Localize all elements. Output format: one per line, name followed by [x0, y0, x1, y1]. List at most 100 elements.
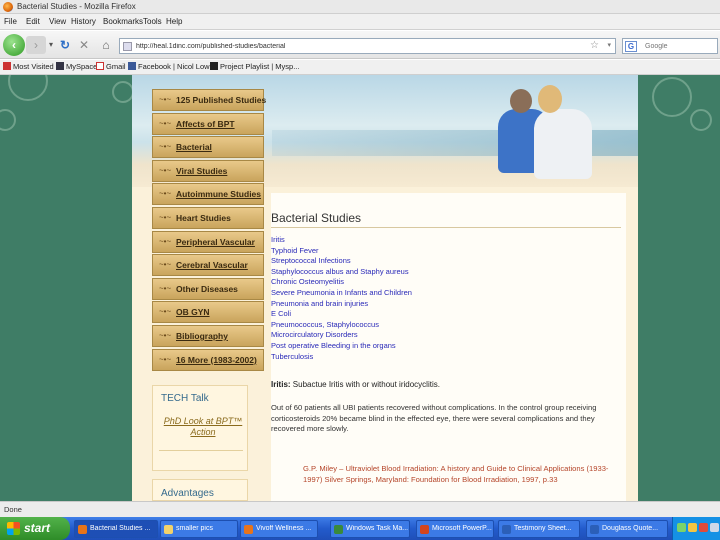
sidebar-item-label: Heart Studies — [176, 212, 231, 223]
volume-icon[interactable] — [710, 523, 719, 532]
sidebar-item-label: Bacterial — [176, 142, 212, 153]
start-button[interactable]: start — [0, 517, 70, 540]
study-links-list: Iritis Typhoid Fever Streptococcal Infec… — [271, 235, 611, 362]
sidebar-item-label: OB GYN — [176, 307, 210, 318]
task-douglass-quote[interactable]: Douglass Quote... — [586, 520, 668, 538]
study-link-pneumonia-brain[interactable]: Pneumonia and brain injuries — [271, 299, 611, 310]
most-visited-icon — [3, 62, 11, 70]
page-title: Bacterial Studies — [271, 211, 362, 225]
sidebar-item-label: Autoimmune Studies — [176, 189, 262, 200]
study-link-tuberculosis[interactable]: Tuberculosis — [271, 352, 611, 363]
task-label: smaller pics — [176, 525, 213, 532]
menu-tools[interactable]: Tools — [143, 17, 162, 26]
sidebar-item-autoimmune-studies[interactable]: ~•~ Autoimmune Studies — [152, 183, 264, 206]
decorative-swirl — [8, 75, 48, 101]
page-icon — [123, 42, 132, 51]
study-link-typhoid-fever[interactable]: Typhoid Fever — [271, 246, 611, 257]
bookmark-most-visited[interactable]: Most Visited — [3, 62, 54, 71]
task-smaller-pics[interactable]: smaller pics — [160, 520, 238, 538]
bookmark-label: Gmail — [106, 62, 126, 71]
bookmark-myspace[interactable]: MySpace — [56, 62, 97, 71]
forward-button[interactable]: › — [26, 36, 46, 54]
firefox-icon — [3, 2, 13, 12]
leaf-bullet-icon: ~•~ — [159, 95, 172, 104]
sidebar-item-bacterial[interactable]: ~•~ Bacterial — [152, 136, 264, 159]
reload-icon[interactable]: ↻ — [56, 36, 74, 54]
task-microsoft-powerpoint[interactable]: Microsoft PowerP... — [416, 520, 494, 538]
address-bar[interactable]: ☆ ▾ — [119, 38, 616, 54]
history-dropdown-icon[interactable]: ▾ — [46, 36, 56, 54]
study-link-e-coli[interactable]: E Coli — [271, 309, 611, 320]
study-link-streptococcal[interactable]: Streptococcal Infections — [271, 256, 611, 267]
sidebar-item-cerebral-vascular[interactable]: ~•~ Cerebral Vascular — [152, 254, 264, 277]
study-link-microcirculatory[interactable]: Microcirculatory Disorders — [271, 330, 611, 341]
bookmark-star-icon[interactable]: ☆ — [590, 40, 599, 51]
sidebar-item-label: Cerebral Vascular — [176, 260, 248, 271]
leaf-bullet-icon: ~•~ — [159, 212, 172, 222]
window-title: Bacterial Studies - Mozilla Firefox — [17, 2, 136, 11]
folder-icon — [164, 525, 173, 534]
main-content: Bacterial Studies Iritis Typhoid Fever S… — [271, 193, 626, 501]
menu-bar: File Edit View History Bookmarks Tools H… — [0, 14, 720, 30]
task-label: Testimony Sheet... — [514, 525, 572, 532]
firefox-icon — [244, 525, 253, 534]
task-windows-task-manager[interactable]: Windows Task Ma... — [330, 520, 410, 538]
search-input[interactable] — [645, 41, 715, 52]
sidebar-item-label: 125 Published Studies — [176, 95, 267, 105]
sidebar-item-affects-of-bpt[interactable]: ~•~ Affects of BPT — [152, 112, 264, 135]
leaf-bullet-icon: ~•~ — [159, 142, 172, 152]
sidebar-item-published-studies[interactable]: ~•~ 125 Published Studies — [152, 89, 267, 111]
url-input[interactable] — [136, 40, 576, 52]
sidebar-item-16-more[interactable]: ~•~ 16 More (1983-2002) — [152, 348, 264, 371]
bookmark-project-playlist[interactable]: Project Playlist | Mysp... — [210, 62, 299, 71]
security-icon[interactable] — [688, 523, 697, 532]
sidebar-item-viral-studies[interactable]: ~•~ Viral Studies — [152, 159, 264, 182]
task-label: Microsoft PowerP... — [432, 525, 492, 532]
study-link-osteomyelitis[interactable]: Chronic Osteomyelitis — [271, 277, 611, 288]
iritis-description: Subactue Iritis with or without iridocyc… — [290, 380, 440, 389]
study-link-severe-pneumonia[interactable]: Severe Pneumonia in Infants and Children — [271, 288, 611, 299]
menu-view[interactable]: View — [49, 17, 66, 26]
bookmark-facebook[interactable]: Facebook | Nicol Lowe — [128, 62, 214, 71]
menu-bookmarks[interactable]: Bookmarks — [103, 17, 143, 26]
bookmarks-toolbar: Most Visited MySpace Gmail Facebook | Ni… — [0, 60, 720, 75]
study-link-staphylococcus[interactable]: Staphylococcus albus and Staphy aureus — [271, 267, 611, 278]
antivirus-icon[interactable] — [699, 523, 708, 532]
task-vivoff-wellness[interactable]: Vivoff Wellness ... — [240, 520, 318, 538]
study-link-post-operative[interactable]: Post operative Bleeding in the organs — [271, 341, 611, 352]
task-testimony-sheet[interactable]: Testimony Sheet... — [498, 520, 580, 538]
menu-edit[interactable]: Edit — [26, 17, 40, 26]
task-bacterial-studies[interactable]: Bacterial Studies ... — [74, 520, 158, 538]
back-button[interactable]: ‹ — [3, 34, 25, 56]
myspace-icon — [56, 62, 64, 70]
sidebar-item-peripheral-vascular[interactable]: ~•~ Peripheral Vascular — [152, 230, 264, 253]
sidebar-item-bibliography[interactable]: ~•~ Bibliography — [152, 324, 264, 347]
tech-talk-box: TECH Talk PhD Look at BPT™ Action — [152, 385, 248, 471]
sidebar-item-label: Bibliography — [176, 330, 228, 341]
bookmark-label: Project Playlist | Mysp... — [220, 62, 300, 71]
page-viewport[interactable]: ~•~ 125 Published Studies ~•~ Affects of B… — [0, 75, 720, 501]
search-box[interactable]: G — [622, 38, 718, 54]
bookmark-gmail[interactable]: Gmail — [96, 62, 126, 71]
leaf-bullet-icon: ~•~ — [159, 260, 172, 270]
study-link-iritis[interactable]: Iritis — [271, 235, 611, 246]
stop-icon[interactable]: ✕ — [75, 36, 93, 54]
menu-file[interactable]: File — [4, 17, 17, 26]
sidebar-item-ob-gyn[interactable]: ~•~ OB GYN — [152, 301, 264, 324]
menu-help[interactable]: Help — [166, 17, 182, 26]
google-icon[interactable]: G — [625, 41, 637, 52]
network-icon[interactable] — [677, 523, 686, 532]
study-link-pneumococcus[interactable]: Pneumococcus, Staphylococcus — [271, 320, 611, 331]
sidebar-nav: ~•~ 125 Published Studies ~•~ Affects of B… — [152, 89, 267, 372]
url-dropdown-icon[interactable]: ▾ — [607, 41, 611, 49]
home-icon[interactable]: ⌂ — [97, 36, 115, 54]
task-manager-icon — [334, 525, 343, 534]
bookmark-label: Facebook | Nicol Lowe — [138, 62, 214, 71]
menu-history[interactable]: History — [71, 17, 96, 26]
sidebar-item-label: Other Diseases — [176, 283, 238, 294]
leaf-bullet-icon: ~•~ — [159, 330, 172, 340]
sidebar-item-other-diseases[interactable]: ~•~ Other Diseases — [152, 277, 264, 300]
sidebar-item-heart-studies[interactable]: ~•~ Heart Studies — [152, 206, 264, 229]
tech-talk-link[interactable]: PhD Look at BPT™ Action — [163, 416, 243, 438]
leaf-bullet-icon: ~•~ — [159, 165, 172, 175]
